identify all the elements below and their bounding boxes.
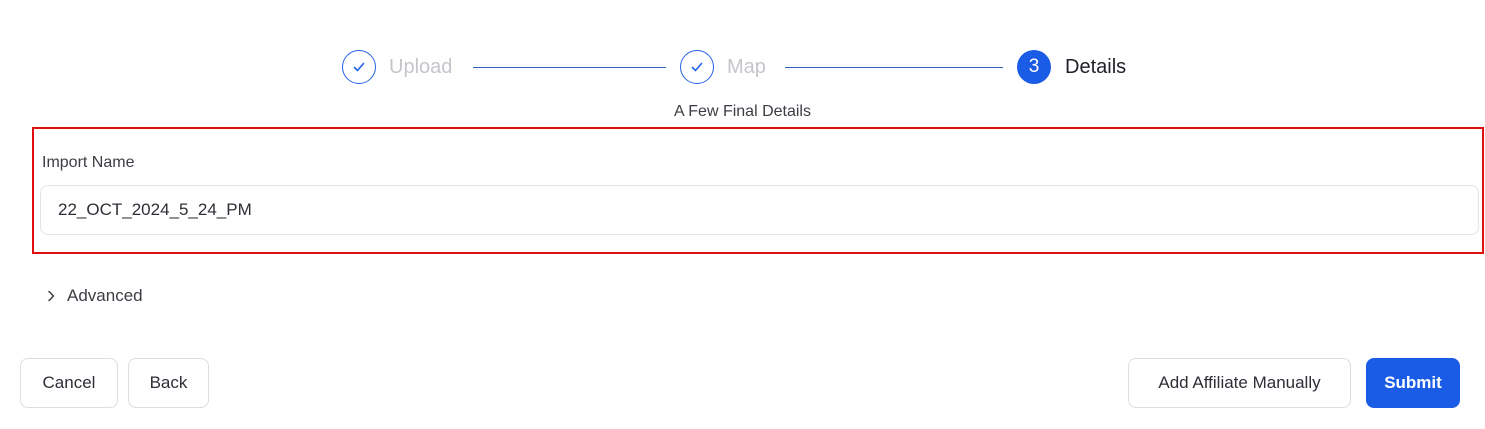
advanced-label: Advanced [67,286,143,305]
step-connector [785,67,1003,68]
step-map-indicator [680,50,714,84]
checkmark-icon [353,62,365,72]
import-name-label: Import Name [42,154,135,171]
advanced-toggle[interactable]: Advanced [44,284,143,308]
cancel-button[interactable]: Cancel [20,358,118,408]
step-details-indicator: 3 [1017,50,1051,84]
checkmark-icon [691,62,703,72]
page-subtitle: A Few Final Details [674,103,811,120]
step-upload-indicator [342,50,376,84]
add-affiliate-manually-button[interactable]: Add Affiliate Manually [1128,358,1351,408]
step-details-label: Details [1065,56,1127,78]
step-map-label: Map [727,56,766,78]
import-wizard-page: Upload Map 3 Details A Few Final Details… [0,0,1485,429]
step-upload-label: Upload [389,56,453,78]
import-name-input[interactable] [40,185,1479,235]
submit-button[interactable]: Submit [1366,358,1460,408]
step-connector [473,67,666,68]
stepper: Upload Map 3 Details [0,0,1485,100]
chevron-right-icon [48,290,55,302]
back-button[interactable]: Back [128,358,209,408]
